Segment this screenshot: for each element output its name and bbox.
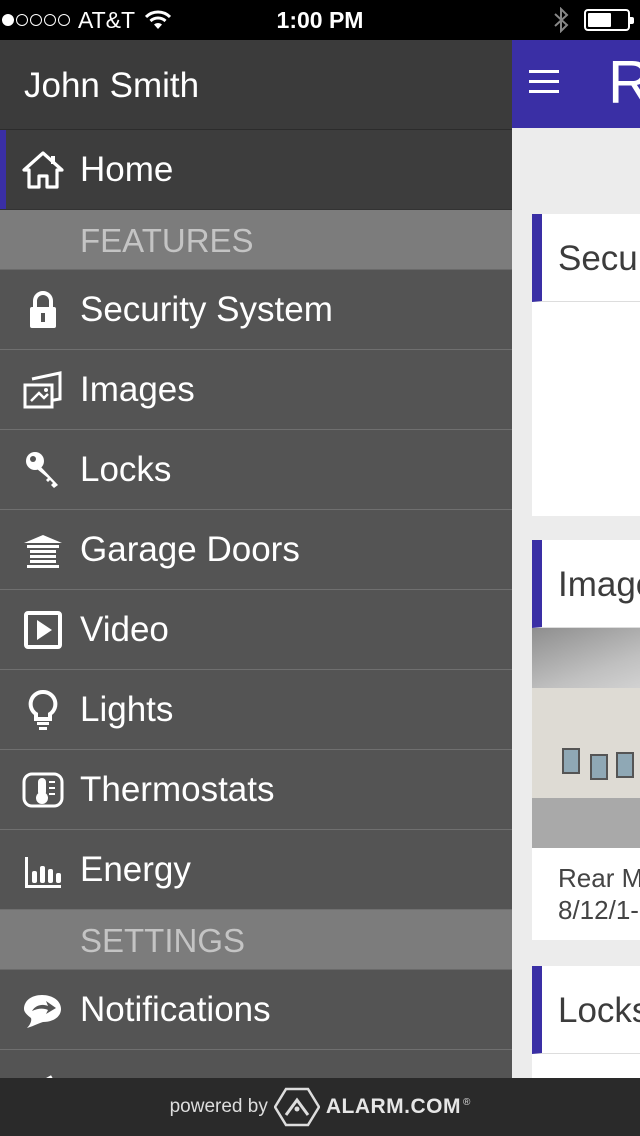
nav-label-garage-doors: Garage Doors [80, 529, 300, 569]
garage-icon [0, 510, 80, 590]
user-name: John Smith [0, 40, 512, 130]
images-icon [0, 350, 80, 430]
main-content: R Secu Image Rear M 8/12/1- Locks [512, 40, 640, 1078]
settings-icon [0, 1050, 80, 1078]
nav-label-notifications: Notifications [80, 989, 271, 1029]
status-time: 1:00 PM [276, 7, 364, 33]
card-title-locks: Locks [532, 966, 640, 1054]
page-title: R [608, 49, 640, 116]
nav-label-video: Video [80, 609, 169, 649]
nav-item-video[interactable]: Video [0, 590, 512, 670]
nav-item-locks[interactable]: Locks [0, 430, 512, 510]
thermostat-icon [0, 750, 80, 830]
card-title-images: Image [532, 540, 640, 628]
nav-item-security-system[interactable]: Security System [0, 270, 512, 350]
card-images[interactable]: Image Rear M 8/12/1- [532, 540, 640, 940]
alarm-com-logo-icon [273, 1087, 320, 1127]
nav-label-locks: Locks [80, 449, 172, 489]
side-drawer: John Smith Home FEATURES Security System… [0, 40, 512, 1078]
energy-icon [0, 830, 80, 910]
bluetooth-icon [554, 7, 569, 33]
card-title-security: Secu [532, 214, 640, 302]
card-locks[interactable]: Locks [532, 966, 640, 1078]
home-icon [0, 130, 80, 210]
key-icon [0, 430, 80, 510]
nav-item-home[interactable]: Home [0, 130, 512, 210]
image-caption: Rear M 8/12/1- [532, 848, 640, 940]
nav-label-images: Images [80, 369, 195, 409]
nav-item-thermostats[interactable]: Thermostats [0, 750, 512, 830]
nav-item-energy[interactable]: Energy [0, 830, 512, 910]
lightbulb-icon [0, 670, 80, 750]
registered-mark: ® [463, 1096, 471, 1108]
battery-icon [584, 9, 634, 31]
camera-thumbnail[interactable] [532, 628, 640, 848]
powered-by-label: powered by [169, 1096, 268, 1117]
nav-item-lights[interactable]: Lights [0, 670, 512, 750]
hamburger-menu-icon[interactable] [529, 70, 559, 94]
section-header-settings: SETTINGS [0, 910, 512, 970]
image-caption-camera: Rear M [558, 863, 640, 893]
notifications-icon [0, 970, 80, 1050]
section-header-features: FEATURES [0, 210, 512, 270]
nav-item-images[interactable]: Images [0, 350, 512, 430]
nav-label-thermostats: Thermostats [80, 769, 275, 809]
image-caption-date: 8/12/1- [558, 895, 639, 925]
nav-item-notifications[interactable]: Notifications [0, 970, 512, 1050]
nav-label-security-system: Security System [80, 289, 333, 329]
video-icon [0, 590, 80, 670]
nav-label-energy: Energy [80, 849, 191, 889]
card-security[interactable]: Secu [532, 214, 640, 516]
nav-label-lights: Lights [80, 689, 174, 729]
lock-icon [0, 270, 80, 350]
top-app-bar: R [512, 40, 640, 128]
nav-item-garage-doors[interactable]: Garage Doors [0, 510, 512, 590]
brand-name: ALARM.COM [325, 1095, 461, 1118]
nav-label-home: Home [80, 149, 174, 189]
status-bar: AT&T 1:00 PM [0, 0, 640, 40]
nav-item-partial[interactable] [0, 1050, 512, 1078]
powered-by-footer: powered by ALARM.COM ® [0, 1078, 640, 1136]
